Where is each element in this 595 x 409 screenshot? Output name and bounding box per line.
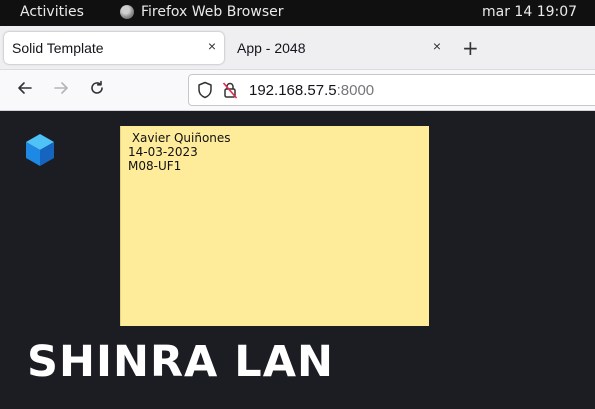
tab-label: App - 2048: [237, 40, 306, 56]
reload-icon[interactable]: [89, 80, 105, 101]
close-tab-icon[interactable]: ×: [433, 38, 441, 54]
brand-heading: SHINRA LAN: [27, 337, 334, 387]
new-tab-button[interactable]: +: [462, 36, 479, 60]
back-arrow-icon[interactable]: [17, 80, 33, 101]
tab-solid-template[interactable]: Solid Template ×: [4, 32, 224, 64]
firefox-icon: [120, 5, 134, 19]
note-author: Xavier Quiñones: [128, 131, 231, 145]
app-menu[interactable]: Firefox Web Browser: [120, 4, 284, 20]
shield-icon[interactable]: [197, 81, 213, 103]
url-host: 192.168.57.5: [249, 82, 337, 99]
clock[interactable]: mar 14 19:07: [482, 4, 577, 20]
note-module: M08-UF1: [128, 159, 182, 173]
tab-label: Solid Template: [12, 40, 104, 56]
close-tab-icon[interactable]: ×: [208, 38, 216, 54]
url-bar[interactable]: 192.168.57.5:8000: [188, 74, 595, 106]
app-name-label: Firefox Web Browser: [141, 4, 284, 20]
forward-arrow-icon[interactable]: [53, 80, 69, 101]
navigation-bar: 192.168.57.5:8000: [0, 70, 595, 111]
tab-app-2048[interactable]: App - 2048 ×: [229, 32, 449, 64]
activities-button[interactable]: Activities: [20, 4, 84, 20]
tab-strip: Solid Template × App - 2048 ×: [0, 26, 595, 70]
url-port: :8000: [336, 82, 375, 99]
cube-logo-icon[interactable]: [25, 133, 55, 171]
url-text[interactable]: 192.168.57.5:8000: [249, 82, 374, 99]
sticky-note: Xavier Quiñones 14-03-2023 M08-UF1: [120, 126, 429, 326]
insecure-lock-icon[interactable]: [222, 81, 238, 103]
system-top-bar: Activities Firefox Web Browser mar 14 19…: [0, 0, 595, 26]
page-content: Xavier Quiñones 14-03-2023 M08-UF1 SHINR…: [0, 111, 595, 409]
note-date: 14-03-2023: [128, 145, 198, 159]
